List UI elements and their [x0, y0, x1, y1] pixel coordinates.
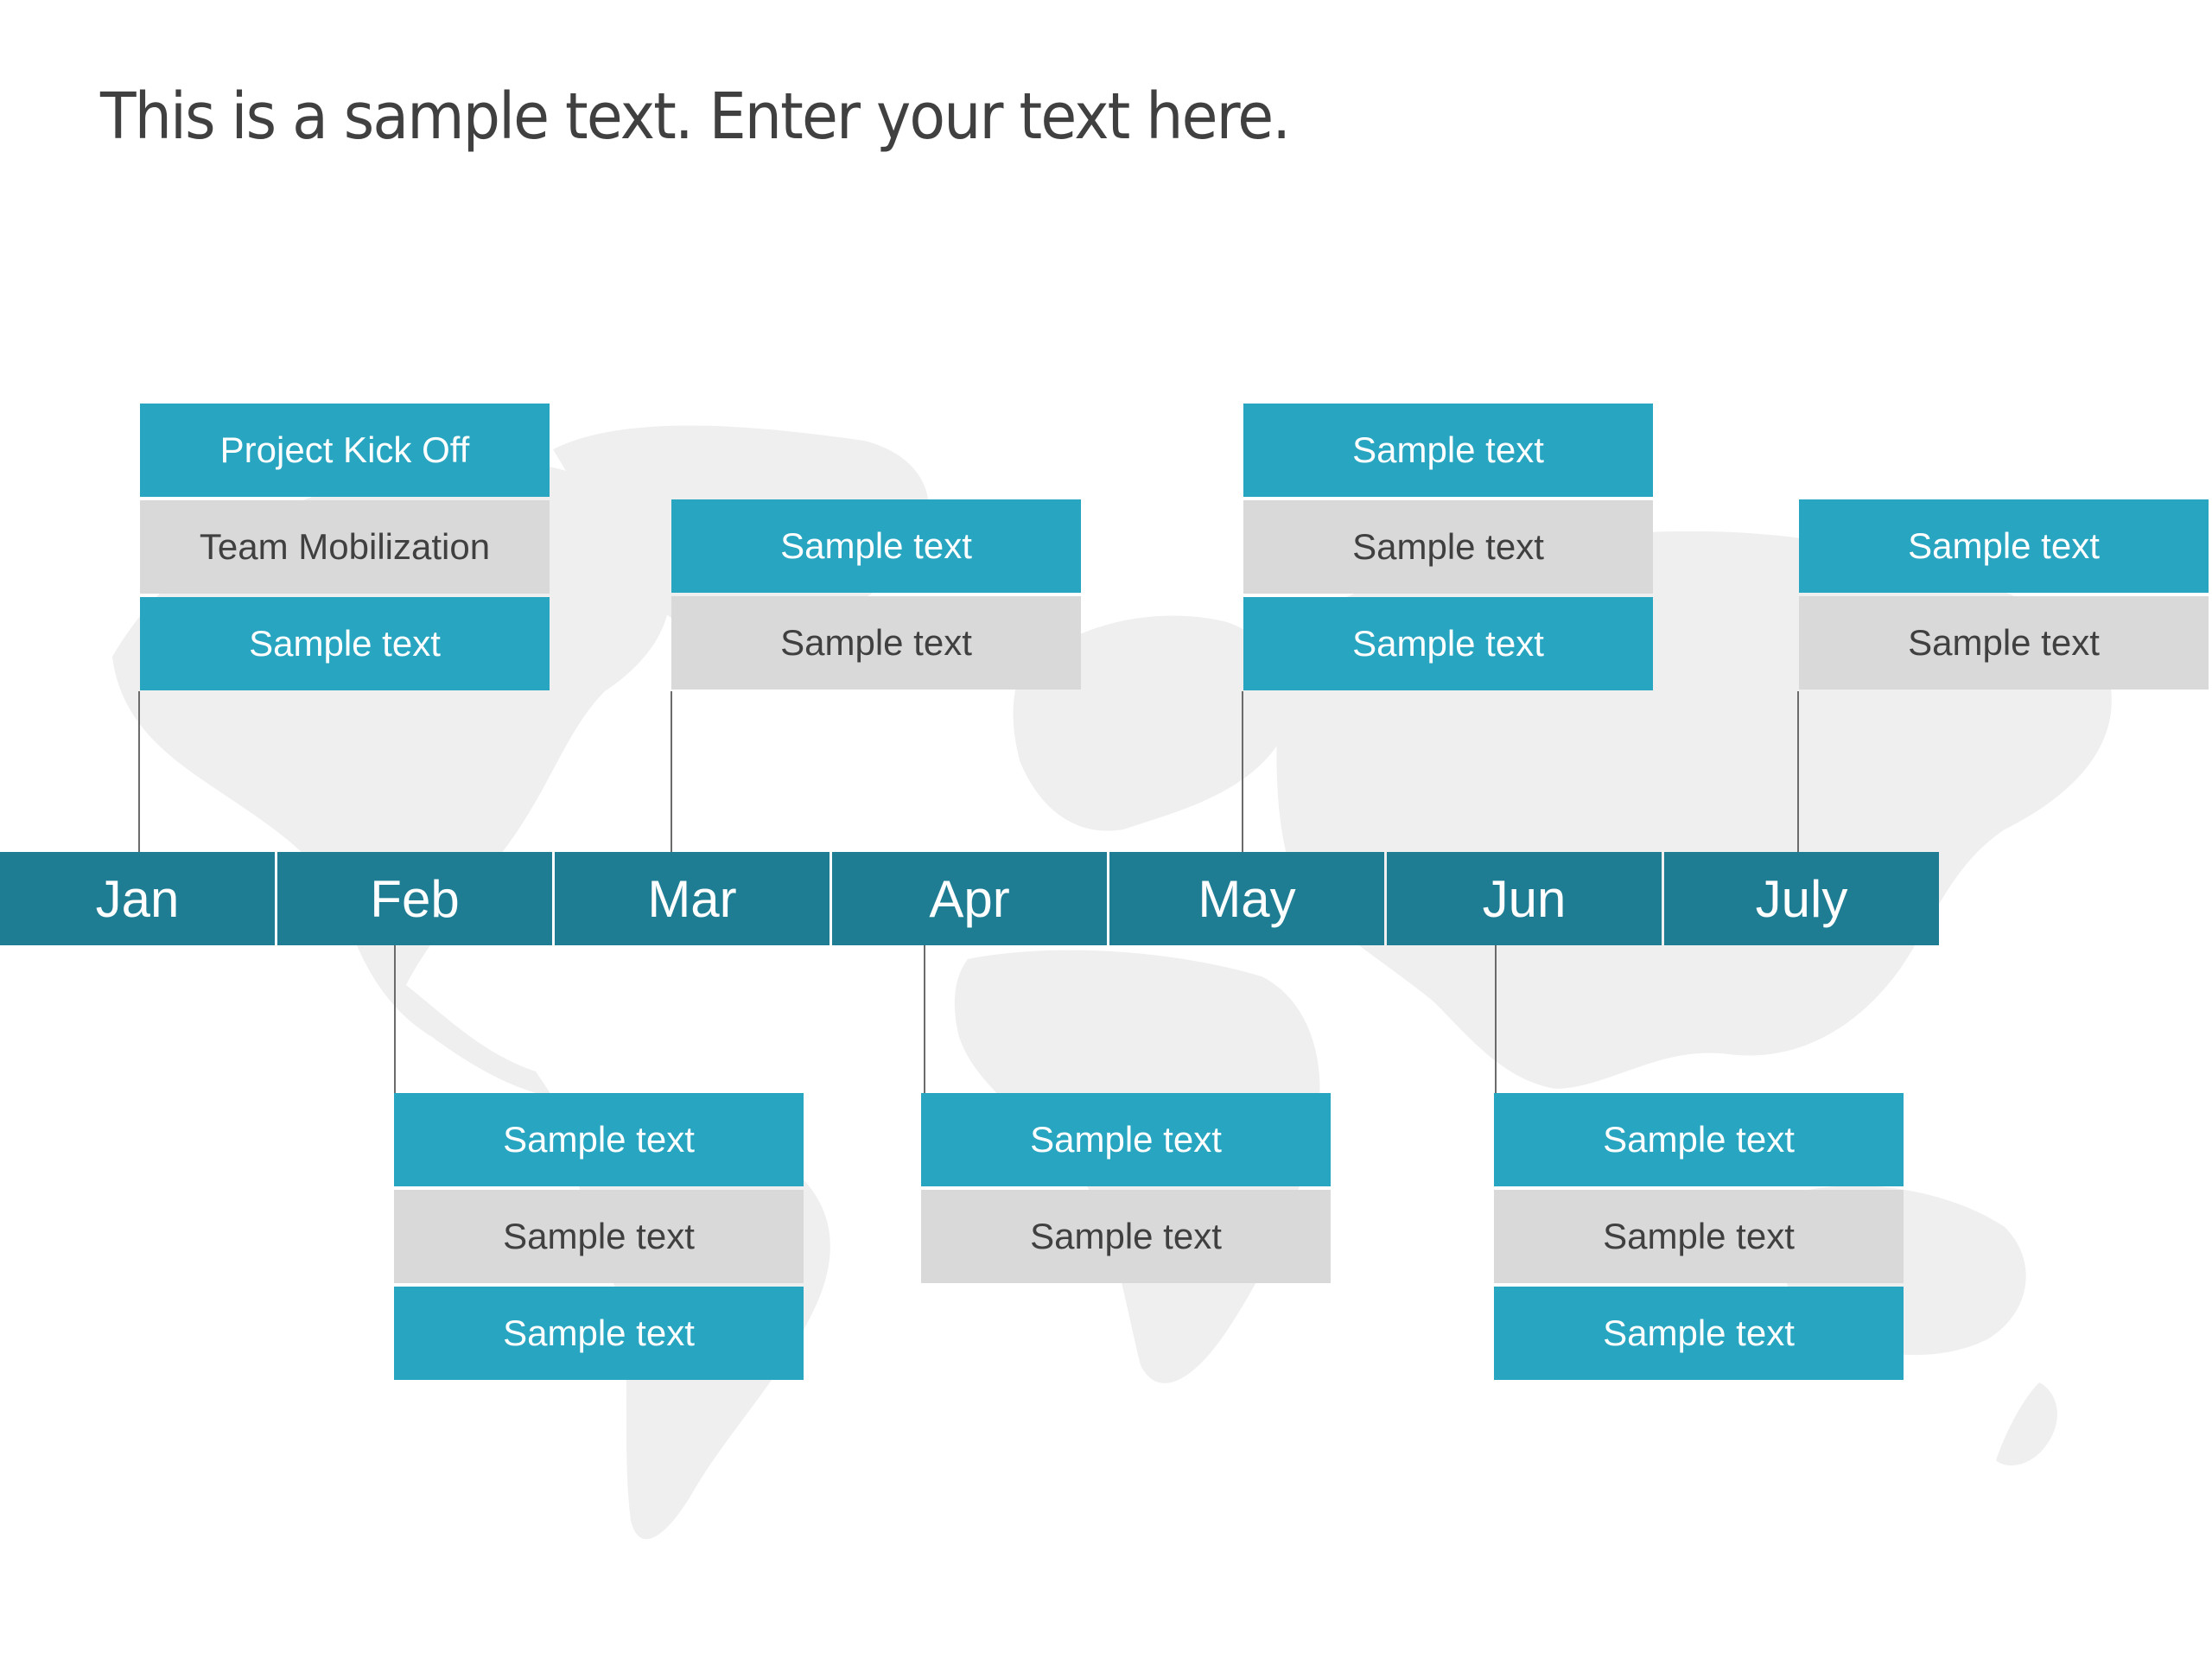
- month-feb: Feb: [277, 852, 552, 945]
- milestone-item: Sample text: [1494, 1190, 1904, 1283]
- connector-mar: [671, 691, 672, 852]
- milestone-item: Sample text: [1799, 499, 2209, 593]
- connector-apr: [924, 945, 925, 1093]
- connector-may: [1242, 691, 1243, 852]
- milestone-item: Sample text: [921, 1190, 1331, 1283]
- milestone-box-jan: Project Kick Off Team Mobilization Sample …: [140, 404, 550, 694]
- page-title: This is a sample text. Enter your text h…: [100, 79, 1291, 154]
- milestone-box-july: Sample text Sample text: [1799, 499, 2209, 693]
- milestone-item: Sample text: [140, 597, 550, 690]
- world-map-background: [112, 425, 2112, 1540]
- month-mar: Mar: [555, 852, 830, 945]
- milestone-box-apr: Sample text Sample text: [921, 1093, 1331, 1287]
- connector-jan: [138, 691, 140, 852]
- month-jun: Jun: [1387, 852, 1662, 945]
- milestone-item: Sample text: [394, 1093, 804, 1186]
- milestone-item: Sample text: [1494, 1093, 1904, 1186]
- milestone-box-jun: Sample text Sample text Sample text: [1494, 1093, 1904, 1383]
- milestone-item: Sample text: [394, 1190, 804, 1283]
- milestone-box-feb: Sample text Sample text Sample text: [394, 1093, 804, 1383]
- month-jan: Jan: [0, 852, 275, 945]
- milestone-item: Sample text: [671, 596, 1081, 690]
- connector-jun: [1495, 945, 1497, 1093]
- timeline-bar: Jan Feb Mar Apr May Jun July: [0, 852, 1942, 945]
- map-new-zealand: [1996, 1382, 2057, 1465]
- connector-july: [1797, 691, 1799, 852]
- milestone-item: Sample text: [1799, 596, 2209, 690]
- month-may: May: [1109, 852, 1384, 945]
- milestone-box-mar: Sample text Sample text: [671, 499, 1081, 693]
- milestone-item: Team Mobilization: [140, 500, 550, 594]
- milestone-item: Sample text: [1243, 500, 1653, 594]
- month-apr: Apr: [832, 852, 1107, 945]
- month-july: July: [1664, 852, 1939, 945]
- connector-feb: [394, 945, 396, 1093]
- milestone-item: Sample text: [1494, 1287, 1904, 1380]
- milestone-item: Sample text: [394, 1287, 804, 1380]
- milestone-item: Sample text: [1243, 597, 1653, 690]
- milestone-item: Sample text: [1243, 404, 1653, 497]
- milestone-item: Project Kick Off: [140, 404, 550, 497]
- milestone-item: Sample text: [921, 1093, 1331, 1186]
- milestone-item: Sample text: [671, 499, 1081, 593]
- milestone-box-may: Sample text Sample text Sample text: [1243, 404, 1653, 694]
